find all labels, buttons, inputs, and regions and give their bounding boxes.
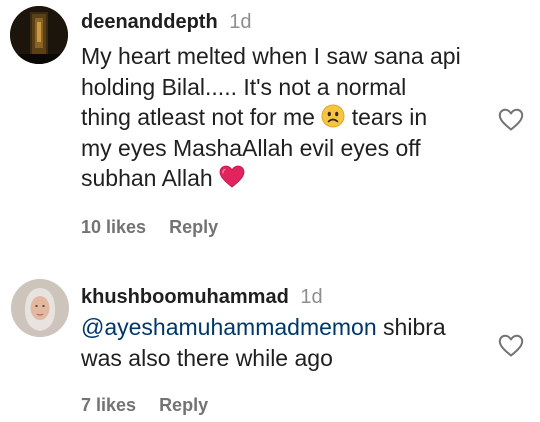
like-button[interactable]	[497, 332, 525, 360]
like-button[interactable]	[497, 106, 525, 134]
comment-text: My heart melted when I saw sana api hold…	[81, 41, 491, 194]
comment-text: @ayeshamuhammadmemon shibra was also the…	[81, 312, 491, 373]
comment-item: khushboomuhammad 1d @ayeshamuhammadmemon…	[0, 268, 540, 422]
comment-text-segment: thing atleast not for me	[81, 104, 315, 130]
reply-button[interactable]: Reply	[159, 395, 208, 415]
comment-header: khushboomuhammad 1d	[81, 284, 323, 310]
red-heart-emoji	[219, 165, 245, 189]
comment-text-line: holding Bilal..... It's not a normal	[81, 73, 407, 100]
comment-text-line: @ayeshamuhammadmemon shibra	[81, 312, 491, 343]
comment-actions: 10 likes Reply	[81, 217, 218, 238]
heart-outline-icon	[498, 108, 524, 131]
slightly-frowning-face-emoji	[321, 104, 345, 128]
timestamp[interactable]: 1d	[300, 286, 322, 308]
username[interactable]: deenanddepth	[81, 11, 218, 33]
comment-text-line: subhan Allah	[81, 163, 491, 194]
comment-header: deenanddepth 1d	[81, 9, 251, 35]
comment-text-line: was also there while ago	[81, 344, 333, 371]
heart-outline-icon	[498, 334, 524, 357]
timestamp[interactable]: 1d	[229, 11, 251, 33]
comment-actions: 7 likes Reply	[81, 395, 208, 416]
comment-item: deenanddepth 1d My heart melted when I s…	[0, 0, 540, 250]
username[interactable]: khushboomuhammad	[81, 286, 289, 308]
user-mention-link[interactable]: @ayeshamuhammadmemon	[81, 314, 377, 340]
reply-button[interactable]: Reply	[169, 217, 218, 237]
comment-text-line: My heart melted when I saw sana api	[81, 43, 461, 69]
likes-count[interactable]: 7 likes	[81, 395, 136, 415]
comment-text-segment: shibra	[376, 314, 446, 340]
comment-text-segment: tears in	[351, 104, 428, 130]
comment-text-segment: subhan Allah	[81, 165, 213, 191]
comment-text-line: thing atleast not for me tears in	[81, 102, 491, 133]
comment-text-line: my eyes MashaAllah evil eyes off	[81, 134, 421, 161]
likes-count[interactable]: 10 likes	[81, 217, 146, 237]
avatar[interactable]	[11, 279, 69, 337]
avatar[interactable]	[10, 6, 68, 64]
